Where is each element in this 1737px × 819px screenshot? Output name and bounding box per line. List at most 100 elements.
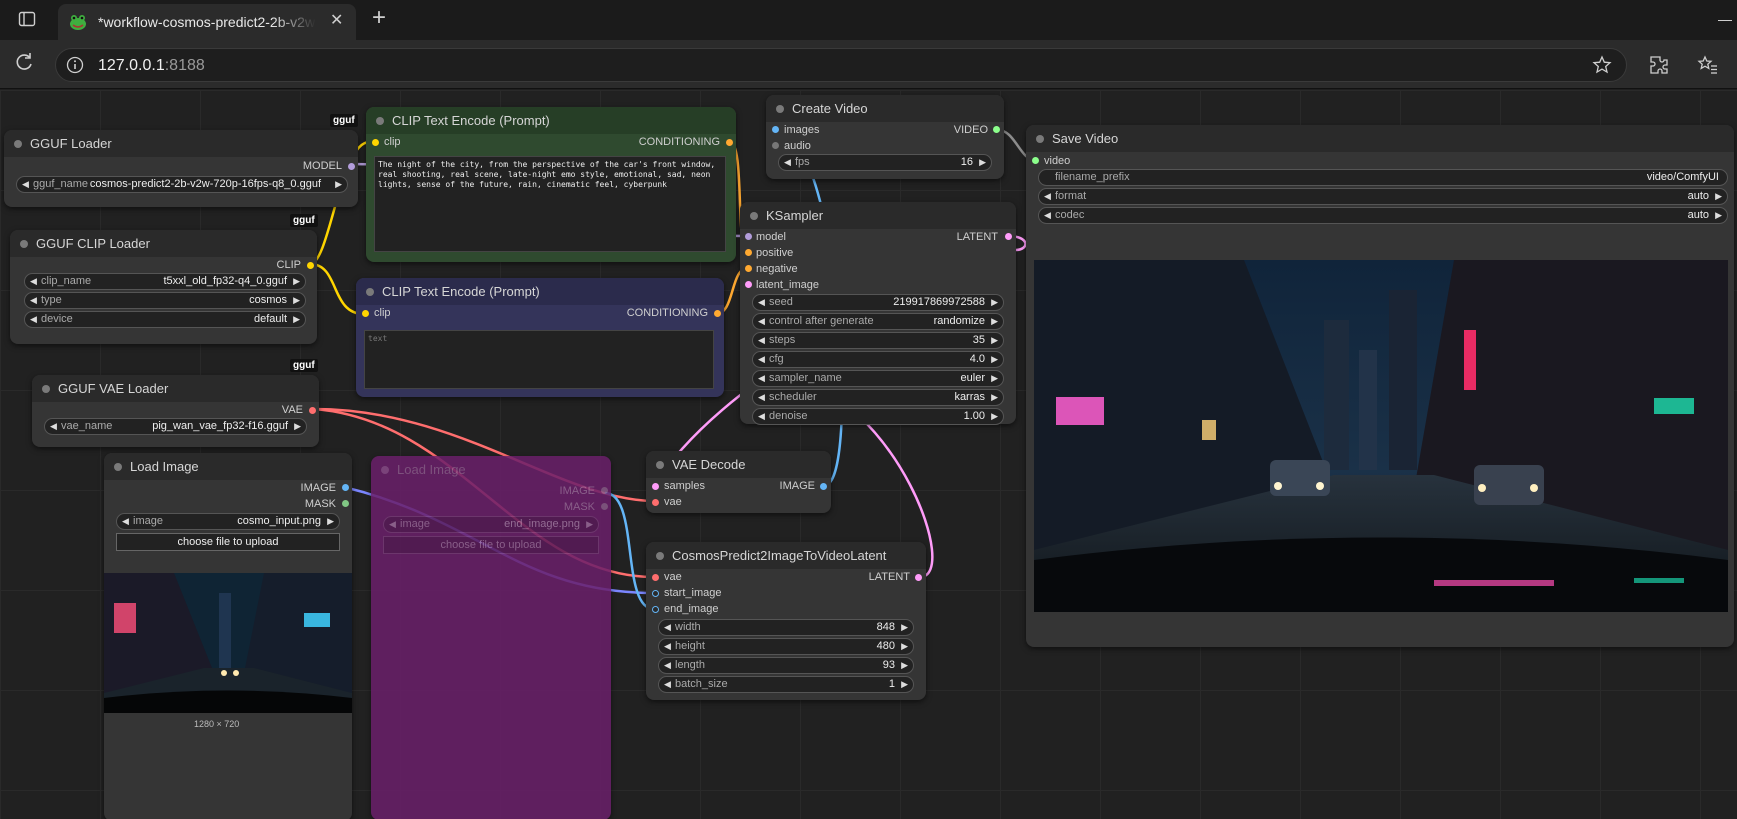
input-start-image-socket[interactable] xyxy=(652,590,659,597)
upload-button[interactable]: choose file to upload xyxy=(116,533,340,551)
output-clip-socket[interactable] xyxy=(307,262,314,269)
node-canvas[interactable]: GGUF Loader MODEL ◀ gguf_name cosmos-pred… xyxy=(0,90,1737,819)
input-latent-socket[interactable] xyxy=(745,281,752,288)
input-positive-socket[interactable] xyxy=(745,249,752,256)
close-tab-icon[interactable]: ✕ xyxy=(330,13,343,29)
collapse-dot-icon[interactable] xyxy=(381,466,389,474)
node-title-bar[interactable]: Create Video xyxy=(766,95,1004,122)
widget-format[interactable]: ◀ format auto ▶ xyxy=(1038,188,1728,205)
node-gguf-clip-loader[interactable]: GGUF CLIP Loader CLIP ◀ clip_name t5xxl_o… xyxy=(10,230,317,344)
node-clip-text-encode-positive[interactable]: CLIP Text Encode (Prompt) clip CONDITION… xyxy=(366,107,736,262)
reload-icon[interactable] xyxy=(13,51,35,78)
node-title-bar[interactable]: CosmosPredict2ImageToVideoLatent xyxy=(646,542,926,569)
input-images-socket[interactable] xyxy=(772,126,779,133)
node-ksampler[interactable]: KSampler model positive negative latent_… xyxy=(740,202,1016,425)
node-title-bar[interactable]: VAE Decode xyxy=(646,451,831,478)
node-title-bar[interactable]: CLIP Text Encode (Prompt) xyxy=(366,107,736,134)
input-video-socket[interactable] xyxy=(1032,157,1039,164)
widget-clip-name[interactable]: ◀ clip_name t5xxl_old_fp32-q4_0.gguf ▶ xyxy=(24,273,306,290)
collapse-dot-icon[interactable] xyxy=(656,461,664,469)
input-clip-socket[interactable] xyxy=(362,310,369,317)
widget-fps[interactable]: ◀ fps 16 ▶ xyxy=(778,154,992,171)
widget-length[interactable]: ◀ length 93 ▶ xyxy=(658,657,914,674)
upload-button[interactable]: choose file to upload xyxy=(383,536,599,554)
collapse-dot-icon[interactable] xyxy=(114,463,122,471)
widget-image[interactable]: ◀ image end_image.png ▶ xyxy=(383,516,599,533)
widget-seed[interactable]: ◀ seed 219917869972588 ▶ xyxy=(752,294,1004,311)
node-title-bar[interactable]: GGUF Loader xyxy=(4,130,358,157)
node-title-bar[interactable]: Load Image xyxy=(371,456,611,483)
node-create-video[interactable]: Create Video images audio VIDEO ◀ fps 16 ▶ xyxy=(766,95,1004,179)
collapse-dot-icon[interactable] xyxy=(14,140,22,148)
input-vae-socket[interactable] xyxy=(652,499,659,506)
widget-codec[interactable]: ◀ codec auto ▶ xyxy=(1038,207,1728,224)
output-conditioning-socket[interactable] xyxy=(714,310,721,317)
bookmark-star-icon[interactable] xyxy=(1592,55,1612,80)
input-end-image-socket[interactable] xyxy=(652,606,659,613)
favorites-icon[interactable] xyxy=(1697,54,1719,81)
node-gguf-vae-loader[interactable]: GGUF VAE Loader VAE ◀ vae_name pig_wan_va… xyxy=(32,375,319,447)
output-image-socket[interactable] xyxy=(342,484,349,491)
input-vae-socket[interactable] xyxy=(652,574,659,581)
node-cosmos-predict2-latent[interactable]: CosmosPredict2ImageToVideoLatent vae sta… xyxy=(646,542,926,700)
sidebar-toggle-icon[interactable] xyxy=(18,10,36,31)
new-tab-icon[interactable]: + xyxy=(372,6,386,30)
video-preview[interactable] xyxy=(1034,260,1728,612)
widget-sampler-name[interactable]: ◀ sampler_name euler ▶ xyxy=(752,370,1004,387)
input-audio-socket[interactable] xyxy=(772,142,779,149)
widget-height[interactable]: ◀ height 480 ▶ xyxy=(658,638,914,655)
input-model-socket[interactable] xyxy=(745,233,752,240)
collapse-dot-icon[interactable] xyxy=(20,240,28,248)
input-samples-socket[interactable] xyxy=(652,483,659,490)
node-title-bar[interactable]: Save Video xyxy=(1026,125,1734,152)
browser-tab[interactable]: *workflow-cosmos-predict2-2b-v2w ✕ xyxy=(58,4,356,40)
output-latent-socket[interactable] xyxy=(1005,233,1012,240)
site-info-icon[interactable] xyxy=(66,56,84,79)
node-title-bar[interactable]: CLIP Text Encode (Prompt) xyxy=(356,278,724,305)
widget-image[interactable]: ◀ image cosmo_input.png ▶ xyxy=(116,513,340,530)
node-load-image-bypassed[interactable]: Load Image IMAGE MASK ◀ image end_image.p… xyxy=(371,456,611,819)
output-mask-socket[interactable] xyxy=(601,503,608,510)
output-latent-socket[interactable] xyxy=(915,574,922,581)
collapse-dot-icon[interactable] xyxy=(1036,135,1044,143)
collapse-dot-icon[interactable] xyxy=(750,212,758,220)
node-title-bar[interactable]: GGUF CLIP Loader xyxy=(10,230,317,257)
widget-type[interactable]: ◀ type cosmos ▶ xyxy=(24,292,306,309)
node-load-image[interactable]: Load Image IMAGE MASK ◀ image cosmo_input… xyxy=(104,453,352,819)
output-video-socket[interactable] xyxy=(993,126,1000,133)
widget-filename-prefix[interactable]: filename_prefix video/ComfyUI xyxy=(1038,169,1728,186)
address-bar[interactable]: 127.0.0.1:8188 xyxy=(55,48,1627,82)
output-vae-socket[interactable] xyxy=(309,407,316,414)
output-image-socket[interactable] xyxy=(820,483,827,490)
widget-vae-name[interactable]: ◀ vae_name pig_wan_vae_fp32-f16.gguf ▶ xyxy=(44,418,307,435)
widget-cfg[interactable]: ◀ cfg 4.0 ▶ xyxy=(752,351,1004,368)
node-title-bar[interactable]: Load Image xyxy=(104,453,352,480)
node-vae-decode[interactable]: VAE Decode samples vae IMAGE xyxy=(646,451,831,513)
widget-gguf-name[interactable]: ◀ gguf_name cosmos-predict2-2b-v2w-720p-1… xyxy=(16,176,348,193)
widget-width[interactable]: ◀ width 848 ▶ xyxy=(658,619,914,636)
widget-batch-size[interactable]: ◀ batch_size 1 ▶ xyxy=(658,676,914,693)
output-conditioning-socket[interactable] xyxy=(726,139,733,146)
node-clip-text-encode-negative[interactable]: CLIP Text Encode (Prompt) clip CONDITION… xyxy=(356,278,724,397)
input-clip-socket[interactable] xyxy=(372,139,379,146)
output-image-socket[interactable] xyxy=(601,487,608,494)
prompt-textarea[interactable]: The night of the city, from the perspect… xyxy=(374,156,726,252)
extensions-icon[interactable] xyxy=(1648,54,1670,81)
minimize-icon[interactable] xyxy=(1718,20,1732,21)
collapse-dot-icon[interactable] xyxy=(656,552,664,560)
widget-denoise[interactable]: ◀ denoise 1.00 ▶ xyxy=(752,408,1004,425)
output-model-socket[interactable] xyxy=(348,163,355,170)
widget-scheduler[interactable]: ◀ scheduler karras ▶ xyxy=(752,389,1004,406)
negative-prompt-textarea[interactable]: text xyxy=(364,330,714,389)
collapse-dot-icon[interactable] xyxy=(776,105,784,113)
widget-control-after-generate[interactable]: ◀ control after generate randomize ▶ xyxy=(752,313,1004,330)
collapse-dot-icon[interactable] xyxy=(366,288,374,296)
widget-steps[interactable]: ◀ steps 35 ▶ xyxy=(752,332,1004,349)
node-title-bar[interactable]: KSampler xyxy=(740,202,1016,229)
node-save-video[interactable]: Save Video video filename_prefix video/C… xyxy=(1026,125,1734,647)
node-gguf-loader[interactable]: GGUF Loader MODEL ◀ gguf_name cosmos-pred… xyxy=(4,130,358,207)
collapse-dot-icon[interactable] xyxy=(376,117,384,125)
collapse-dot-icon[interactable] xyxy=(42,385,50,393)
widget-device[interactable]: ◀ device default ▶ xyxy=(24,311,306,328)
input-negative-socket[interactable] xyxy=(745,265,752,272)
